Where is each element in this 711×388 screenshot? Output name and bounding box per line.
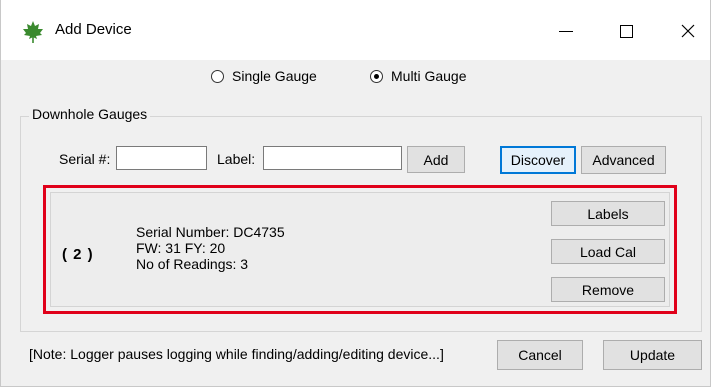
gauge-info: Serial Number: DC4735 FW: 31 FY: 20 No o… — [136, 224, 285, 272]
label-label: Label: — [217, 151, 256, 167]
logger-note: [Note: Logger pauses logging while findi… — [29, 346, 444, 362]
gauge-readings: No of Readings: 3 — [136, 256, 249, 272]
maple-leaf-icon — [21, 20, 45, 44]
discover-button[interactable]: Discover — [500, 146, 576, 174]
multi-gauge-label: Multi Gauge — [391, 68, 467, 84]
group-title: Downhole Gauges — [29, 106, 151, 122]
serial-input[interactable] — [116, 146, 207, 170]
multi-gauge-radio[interactable]: Multi Gauge — [370, 68, 466, 84]
mode-selector: Single Gauge Multi Gauge — [1, 66, 710, 90]
remove-button[interactable]: Remove — [551, 277, 665, 302]
single-gauge-label: Single Gauge — [232, 68, 317, 84]
cancel-button[interactable]: Cancel — [497, 340, 583, 370]
gauge-firmware: FW: 31 FY: 20 — [136, 240, 226, 256]
add-button[interactable]: Add — [407, 146, 465, 173]
minimize-icon — [559, 30, 573, 32]
label-input[interactable] — [263, 146, 402, 170]
load-cal-button[interactable]: Load Cal — [551, 239, 665, 264]
maximize-icon — [619, 24, 633, 38]
gauge-serial: Serial Number: DC4735 — [136, 224, 285, 240]
radio-unchecked-icon — [211, 69, 224, 83]
radio-checked-icon — [370, 69, 383, 83]
title-bar: Add Device — [1, 0, 710, 60]
add-device-window: Add Device Single Gauge Multi Gauge Down… — [0, 0, 711, 387]
minimize-button[interactable] — [547, 14, 585, 48]
labels-button[interactable]: Labels — [551, 201, 665, 226]
serial-label: Serial #: — [59, 151, 111, 167]
single-gauge-radio[interactable]: Single Gauge — [211, 68, 317, 84]
advanced-button[interactable]: Advanced — [581, 146, 666, 174]
window-title: Add Device — [55, 21, 132, 38]
gauge-index: ( 2 ) — [62, 246, 94, 263]
close-button[interactable] — [669, 14, 707, 48]
update-button[interactable]: Update — [603, 340, 702, 370]
maximize-button[interactable] — [607, 14, 645, 48]
close-icon — [681, 24, 695, 38]
